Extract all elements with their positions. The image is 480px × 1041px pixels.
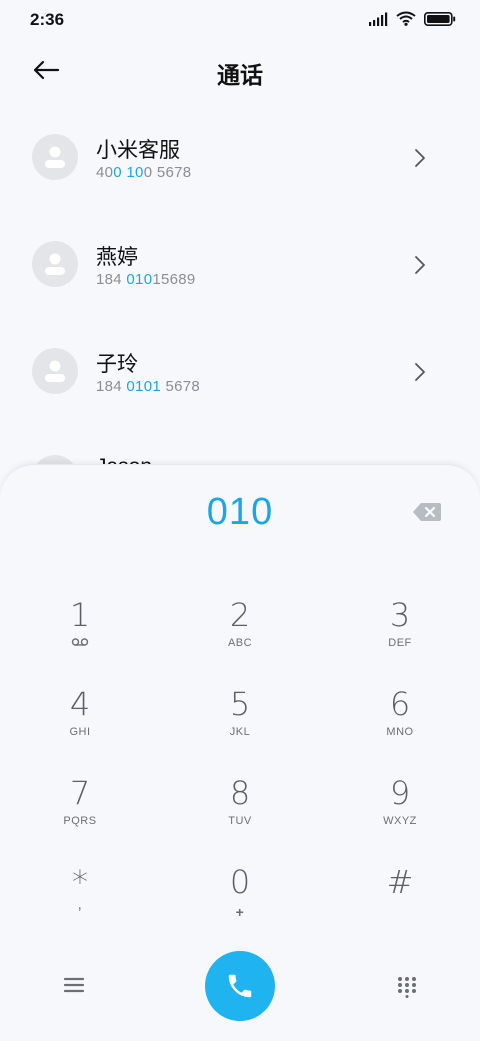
person-icon	[45, 146, 65, 168]
key-star[interactable]: * ,	[15, 862, 145, 942]
avatar	[32, 348, 78, 394]
key-digit: 3	[389, 596, 411, 634]
person-icon	[45, 253, 65, 275]
phone-icon	[228, 974, 252, 998]
bottom-bar	[0, 950, 480, 1030]
contact-number: 400 100 5678	[96, 164, 191, 181]
chevron-right-icon	[415, 363, 425, 381]
key-digit: 8	[229, 774, 251, 812]
key-9[interactable]: 9 WXYZ	[335, 773, 465, 853]
dial-input[interactable]: 010	[0, 491, 480, 534]
status-bar: 2:36	[0, 0, 480, 40]
contact-row[interactable]: 子玲 184 0101 5678	[0, 318, 480, 425]
key-0[interactable]: 0 +	[175, 862, 305, 942]
menu-icon[interactable]	[62, 975, 86, 995]
key-hash[interactable]: #	[335, 862, 465, 942]
key-digit: 9	[389, 774, 411, 812]
contact-name: 子玲	[96, 353, 138, 376]
number-part: 40	[96, 164, 114, 181]
key-2[interactable]: 2 ABC	[175, 595, 305, 675]
key-6[interactable]: 6 MNO	[335, 684, 465, 764]
call-button[interactable]	[205, 951, 275, 1021]
contact-number: 184 01015689	[96, 271, 196, 288]
number-part: 184	[96, 271, 127, 288]
key-8[interactable]: 8 TUV	[175, 773, 305, 853]
key-letters: PQRS	[63, 815, 97, 827]
contact-row[interactable]: 小米客服 400 100 5678	[0, 104, 480, 211]
key-letters: +	[235, 904, 245, 920]
key-1[interactable]: 1	[15, 595, 145, 675]
key-digit: 5	[229, 685, 251, 723]
header: 通话	[0, 40, 480, 100]
key-letters: GHI	[69, 726, 91, 738]
key-letters: ,	[77, 896, 83, 913]
key-5[interactable]: 5 JKL	[175, 684, 305, 764]
number-match: 0 10	[113, 164, 144, 181]
number-part: 184	[96, 378, 127, 395]
key-letters: WXYZ	[383, 815, 417, 827]
key-7[interactable]: 7 PQRS	[15, 773, 145, 853]
battery-icon	[424, 11, 456, 26]
contact-name: 燕婷	[96, 246, 138, 269]
key-digit: 6	[389, 685, 411, 723]
key-digit: 0	[229, 863, 251, 901]
key-3[interactable]: 3 DEF	[335, 595, 465, 675]
contact-name: 小米客服	[96, 139, 180, 162]
key-digit: #	[386, 863, 414, 901]
signal-icon	[369, 12, 388, 26]
backspace-icon[interactable]	[412, 501, 442, 523]
key-letters: TUV	[228, 815, 252, 827]
chevron-right-icon	[415, 256, 425, 274]
status-time: 2:36	[30, 10, 65, 29]
key-4[interactable]: 4 GHI	[15, 684, 145, 764]
key-digit: 1	[69, 596, 91, 634]
voicemail-icon	[71, 638, 89, 646]
chevron-right-icon	[415, 149, 425, 167]
number-part: 5678	[160, 378, 201, 395]
key-letters: JKL	[229, 726, 251, 738]
avatar	[32, 241, 78, 287]
contact-number: 184 0101 5678	[96, 378, 200, 395]
avatar	[32, 134, 78, 180]
number-match: 0101	[126, 378, 161, 395]
page-title: 通话	[217, 62, 263, 88]
status-icons	[368, 11, 456, 26]
person-icon	[45, 360, 65, 382]
key-letters: MNO	[386, 726, 414, 738]
number-match: 010	[126, 271, 153, 288]
number-part: 15689	[152, 271, 196, 288]
contact-row[interactable]: 燕婷 184 01015689	[0, 211, 480, 318]
key-letters: DEF	[388, 637, 412, 649]
key-letters: ABC	[227, 637, 253, 649]
key-digit: 7	[69, 774, 91, 812]
key-digit: 2	[229, 596, 251, 634]
number-part: 0 5678	[143, 164, 192, 181]
wifi-icon	[396, 11, 416, 26]
dialpad-grid-icon[interactable]	[396, 976, 418, 998]
key-digit: 4	[69, 685, 91, 723]
